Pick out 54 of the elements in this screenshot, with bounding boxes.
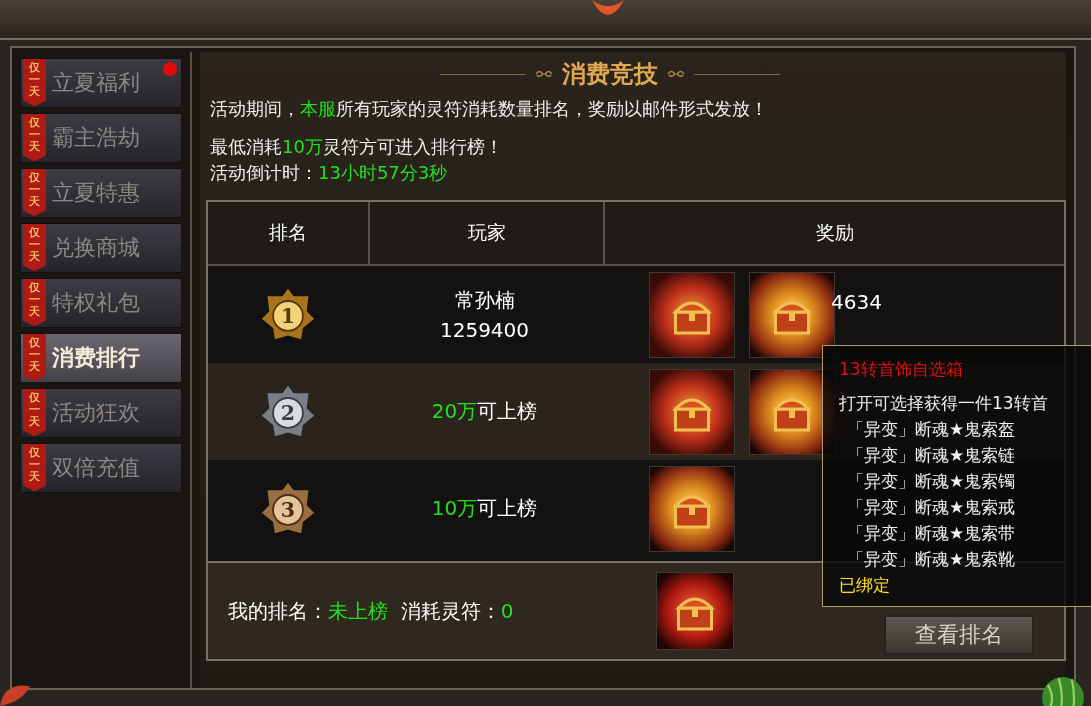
ribbon-tag: 仅一天 xyxy=(23,334,46,382)
ribbon-tag: 仅一天 xyxy=(23,389,46,437)
bound-status: 已绑定 xyxy=(839,574,891,597)
column-header: 奖励 xyxy=(814,220,855,245)
swirl-ornament-icon xyxy=(534,69,554,79)
treasure-chest-icon[interactable] xyxy=(649,272,735,358)
tab-label: 立夏特惠 xyxy=(52,179,140,207)
item-option: 「异变」断魂★鬼索带 xyxy=(839,520,1091,546)
panel-title: 消费竞技 xyxy=(562,58,658,90)
intro-text: 活动倒计时：13小时57分3秒 xyxy=(210,161,449,185)
tab-label: 双倍充值 xyxy=(52,454,140,482)
item-option: 「异变」断魂★鬼索镯 xyxy=(839,468,1091,494)
column-header: 排名 xyxy=(208,202,370,264)
my-rank-text: 我的排名：未上榜 消耗灵符：0 xyxy=(228,597,515,625)
ribbon-tag: 仅一天 xyxy=(23,169,46,217)
item-name: 13转首饰自选箱 xyxy=(839,358,964,381)
treasure-chest-icon[interactable] xyxy=(649,369,735,455)
ribbon-tag: 仅一天 xyxy=(23,59,46,107)
sidebar-tab[interactable]: 仅一天 活动狂欢 xyxy=(20,388,182,438)
reward-count: 4634 xyxy=(831,290,882,314)
item-option: 「异变」断魂★鬼索戒 xyxy=(839,494,1091,520)
sidebar-tab[interactable]: 仅一天 双倍充值 xyxy=(20,443,182,493)
treasure-chest-icon[interactable] xyxy=(656,572,734,650)
column-header: 玩家 xyxy=(370,202,605,264)
tab-label: 立夏福利 xyxy=(52,69,140,97)
score-text: 1259400 xyxy=(439,318,530,342)
item-option: 「异变」断魂★鬼索盔 xyxy=(839,416,1091,442)
sidebar-tab[interactable]: 仅一天 消费排行 xyxy=(20,333,182,383)
treasure-chest-icon[interactable] xyxy=(649,466,735,552)
ribbon-tag: 仅一天 xyxy=(23,114,46,162)
tab-label: 活动狂欢 xyxy=(52,399,140,427)
sidebar-tab[interactable]: 仅一天 兑换商城 xyxy=(20,223,182,273)
ribbon-tag: 仅一天 xyxy=(23,224,46,272)
item-option: 「异变」断魂★鬼索链 xyxy=(839,442,1091,468)
tab-label: 特权礼包 xyxy=(52,289,140,317)
intro-text: 活动期间，本服所有玩家的灵符消耗数量排名，奖励以邮件形式发放！ xyxy=(210,97,769,121)
sidebar-tab[interactable]: 仅一天 霸主浩劫 xyxy=(20,113,182,163)
intro-text: 最低消耗10万灵符方可进入排行榜！ xyxy=(210,135,504,159)
sidebar-tab[interactable]: 仅一天 特权礼包 xyxy=(20,278,182,328)
player-text: 10万可上榜 xyxy=(431,495,538,522)
player-text: 20万可上榜 xyxy=(431,398,538,425)
view-ranking-button[interactable]: 查看排名 xyxy=(884,615,1034,655)
item-option: 「异变」断魂★鬼索靴 xyxy=(839,546,1091,572)
item-description: 打开可选择获得一件13转首 xyxy=(839,392,1049,415)
player-text: 常孙楠 xyxy=(454,287,515,314)
sidebar-tab[interactable]: 仅一天 立夏特惠 xyxy=(20,168,182,218)
tab-label: 霸主浩劫 xyxy=(52,124,140,152)
flower-drawing xyxy=(592,0,624,15)
ribbon-tag: 仅一天 xyxy=(23,279,46,327)
sidebar-tab[interactable]: 仅一天 立夏福利 xyxy=(20,58,182,108)
tab-label: 兑换商城 xyxy=(52,234,140,262)
swirl-ornament-icon xyxy=(666,69,686,79)
ribbon-tag: 仅一天 xyxy=(23,444,46,492)
tab-label: 消费排行 xyxy=(52,344,140,372)
